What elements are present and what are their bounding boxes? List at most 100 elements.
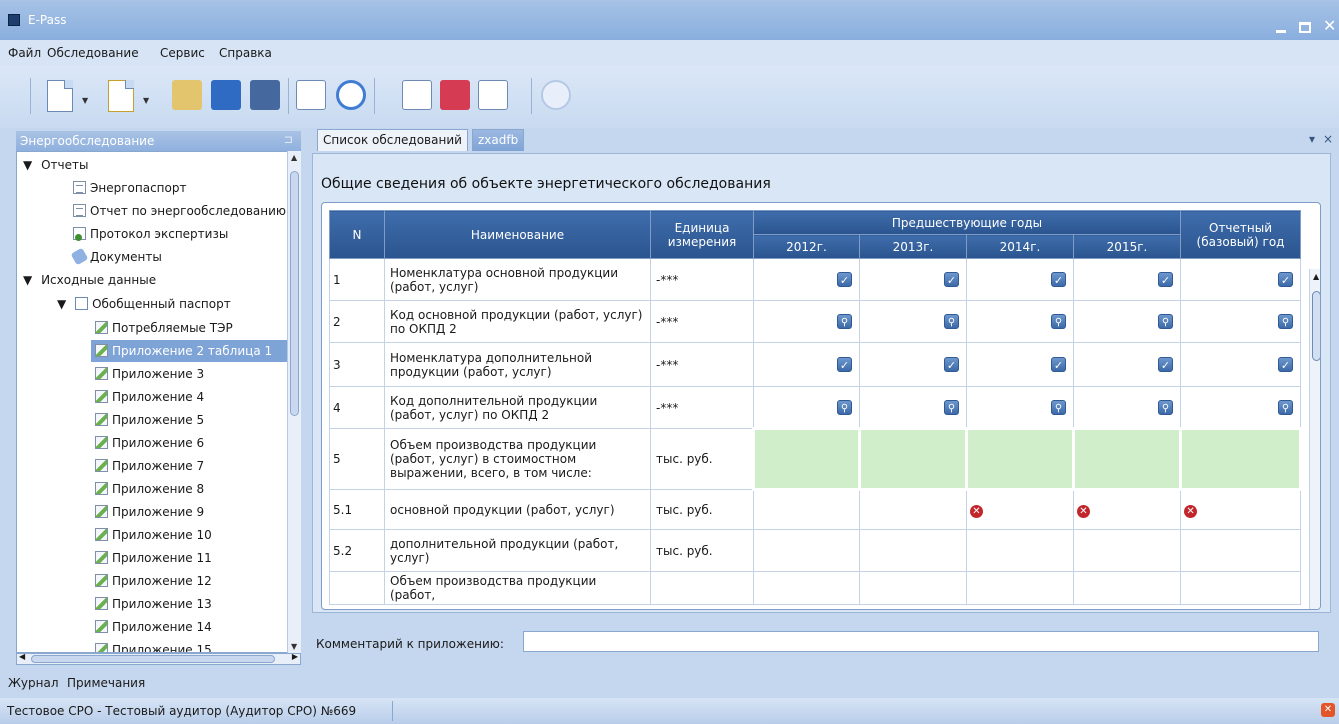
search-icon[interactable]: ⚲: [837, 314, 852, 329]
scrollbar-thumb[interactable]: [1312, 291, 1320, 361]
tree-item-appendix[interactable]: Приложение 14: [91, 616, 287, 638]
search-icon[interactable]: ⚲: [1278, 399, 1294, 415]
tree-item-appendix[interactable]: Приложение 9: [91, 501, 287, 523]
tab-close-icon[interactable]: ×: [1323, 132, 1333, 146]
input-cell[interactable]: [859, 489, 967, 530]
checkbox-icon[interactable]: ✓: [1278, 357, 1294, 372]
tree-item-appendix[interactable]: Приложение 4: [91, 386, 287, 408]
chevron-down-icon[interactable]: ▼: [143, 96, 149, 105]
menu-file[interactable]: Файл: [8, 46, 41, 60]
search-icon[interactable]: ⚲: [944, 399, 959, 415]
checkbox-icon[interactable]: ✓: [944, 357, 959, 372]
scrollbar-thumb[interactable]: [290, 171, 299, 416]
checkbox-icon[interactable]: ✓: [837, 272, 852, 287]
input-cell[interactable]: [1180, 529, 1302, 572]
scroll-up-icon[interactable]: ▲: [291, 153, 297, 162]
tab-dropdown-icon[interactable]: ▾: [1309, 132, 1315, 146]
tree-item-appendix[interactable]: Приложение 10: [91, 524, 287, 546]
menu-help[interactable]: Справка: [219, 46, 272, 60]
close-icon[interactable]: ✕: [1323, 16, 1336, 35]
open-folder-icon[interactable]: [172, 80, 202, 110]
close-icon[interactable]: ✕: [1321, 703, 1335, 717]
report-icon[interactable]: [402, 80, 432, 110]
help-icon[interactable]: [541, 80, 571, 110]
checkbox-icon[interactable]: ✓: [1051, 357, 1066, 372]
tree-expander[interactable]: ▼: [57, 297, 66, 311]
input-cell[interactable]: [753, 529, 860, 572]
minimize-icon[interactable]: [1276, 30, 1286, 33]
tree-item-appendix[interactable]: Приложение 12: [91, 570, 287, 592]
checkbox-icon[interactable]: ✓: [1278, 272, 1294, 287]
scrollbar-thumb[interactable]: [31, 655, 275, 663]
tree-item-appendix-selected[interactable]: Приложение 2 таблица 1: [91, 340, 287, 362]
tree-item-appendix[interactable]: Приложение 7: [91, 455, 287, 477]
tree-vertical-scrollbar[interactable]: ▲ ▼: [287, 151, 301, 653]
menu-survey[interactable]: Обследование: [47, 46, 139, 60]
search-icon[interactable]: ⚲: [837, 399, 852, 415]
comment-input[interactable]: [523, 631, 1319, 652]
tree-item-appendix[interactable]: Приложение 8: [91, 478, 287, 500]
input-cell[interactable]: [1180, 571, 1302, 605]
search-icon[interactable]: ⚲: [1158, 399, 1174, 415]
input-cell[interactable]: [753, 489, 860, 530]
tree-item-appendix[interactable]: Приложение 13: [91, 593, 287, 615]
tree-item-appendix[interactable]: Приложение 6: [91, 432, 287, 454]
tree-item-appendix[interactable]: Приложение 5: [91, 409, 287, 431]
input-cell[interactable]: [859, 529, 967, 572]
scroll-right-icon[interactable]: ▶: [292, 652, 298, 661]
save-all-icon[interactable]: [250, 80, 280, 110]
xml-export-icon[interactable]: [440, 80, 470, 110]
tab-survey-list[interactable]: Список обследований: [317, 129, 468, 151]
new-file-icon[interactable]: [108, 80, 134, 112]
search-icon[interactable]: ⚲: [1278, 314, 1294, 329]
tree-item-energy-passport[interactable]: Энергопаспорт: [73, 177, 299, 199]
scroll-down-icon[interactable]: ▼: [291, 642, 297, 651]
search-icon[interactable]: ⚲: [1158, 314, 1174, 329]
checkbox-icon[interactable]: ✓: [944, 272, 959, 287]
save-icon[interactable]: [211, 80, 241, 110]
table-edit-icon[interactable]: [478, 80, 508, 110]
new-document-icon[interactable]: [47, 80, 73, 112]
input-cell[interactable]: [859, 571, 967, 605]
tree-item-appendix[interactable]: Приложение 3: [91, 363, 287, 385]
tree-item-reports[interactable]: ▼ Отчеты: [23, 154, 300, 176]
input-cell[interactable]: [966, 529, 1074, 572]
tree-item-appendix[interactable]: Приложение 11: [91, 547, 287, 569]
pin-icon[interactable]: ⊐: [284, 133, 293, 146]
tree-item-appendix[interactable]: Приложение 15: [91, 639, 287, 652]
tree-expander[interactable]: ▼: [23, 158, 32, 172]
menu-service[interactable]: Сервис: [160, 46, 205, 60]
checklist-icon[interactable]: [296, 80, 326, 110]
tree-item-source-data[interactable]: ▼ Исходные данные: [23, 269, 300, 291]
computed-cell: [1071, 427, 1183, 491]
maximize-icon[interactable]: [1299, 22, 1311, 33]
input-cell[interactable]: [1072, 529, 1182, 572]
checkbox-icon[interactable]: ✓: [1158, 272, 1174, 287]
chevron-down-icon[interactable]: ▼: [82, 96, 88, 105]
table-vertical-scrollbar[interactable]: ▲ ▼: [1309, 269, 1320, 609]
search-icon[interactable]: ⚲: [1051, 314, 1066, 329]
tab-zxadfb[interactable]: zxadfb: [472, 129, 525, 151]
input-cell[interactable]: [966, 571, 1074, 605]
tree-item-general-passport[interactable]: ▼ Обобщенный паспорт: [57, 293, 300, 315]
tree-item-expertise-protocol[interactable]: Протокол экспертизы: [73, 223, 299, 245]
tree-expander[interactable]: ▼: [23, 273, 32, 287]
search-icon[interactable]: ⚲: [944, 314, 959, 329]
checkbox-icon[interactable]: ✓: [837, 357, 852, 372]
tree-item-appendix[interactable]: Потребляемые ТЭР: [91, 317, 287, 339]
tree-item-label: Протокол экспертизы: [90, 227, 229, 241]
tree-item-energy-report[interactable]: Отчет по энергообследованию: [73, 200, 299, 222]
tree-horizontal-scrollbar[interactable]: ◀ ▶: [16, 652, 301, 665]
tab-journal[interactable]: Журнал: [8, 676, 59, 690]
refresh-icon[interactable]: [336, 80, 366, 110]
input-cell[interactable]: [753, 571, 860, 605]
computed-cell: [1179, 427, 1303, 491]
checkbox-icon[interactable]: ✓: [1051, 272, 1066, 287]
scroll-left-icon[interactable]: ◀: [19, 652, 25, 661]
checkbox-icon[interactable]: ✓: [1158, 357, 1174, 372]
scroll-up-icon[interactable]: ▲: [1313, 272, 1319, 281]
search-icon[interactable]: ⚲: [1051, 399, 1066, 415]
tab-notes[interactable]: Примечания: [67, 676, 145, 690]
input-cell[interactable]: [1072, 571, 1182, 605]
tree-item-documents[interactable]: Документы: [70, 246, 299, 268]
